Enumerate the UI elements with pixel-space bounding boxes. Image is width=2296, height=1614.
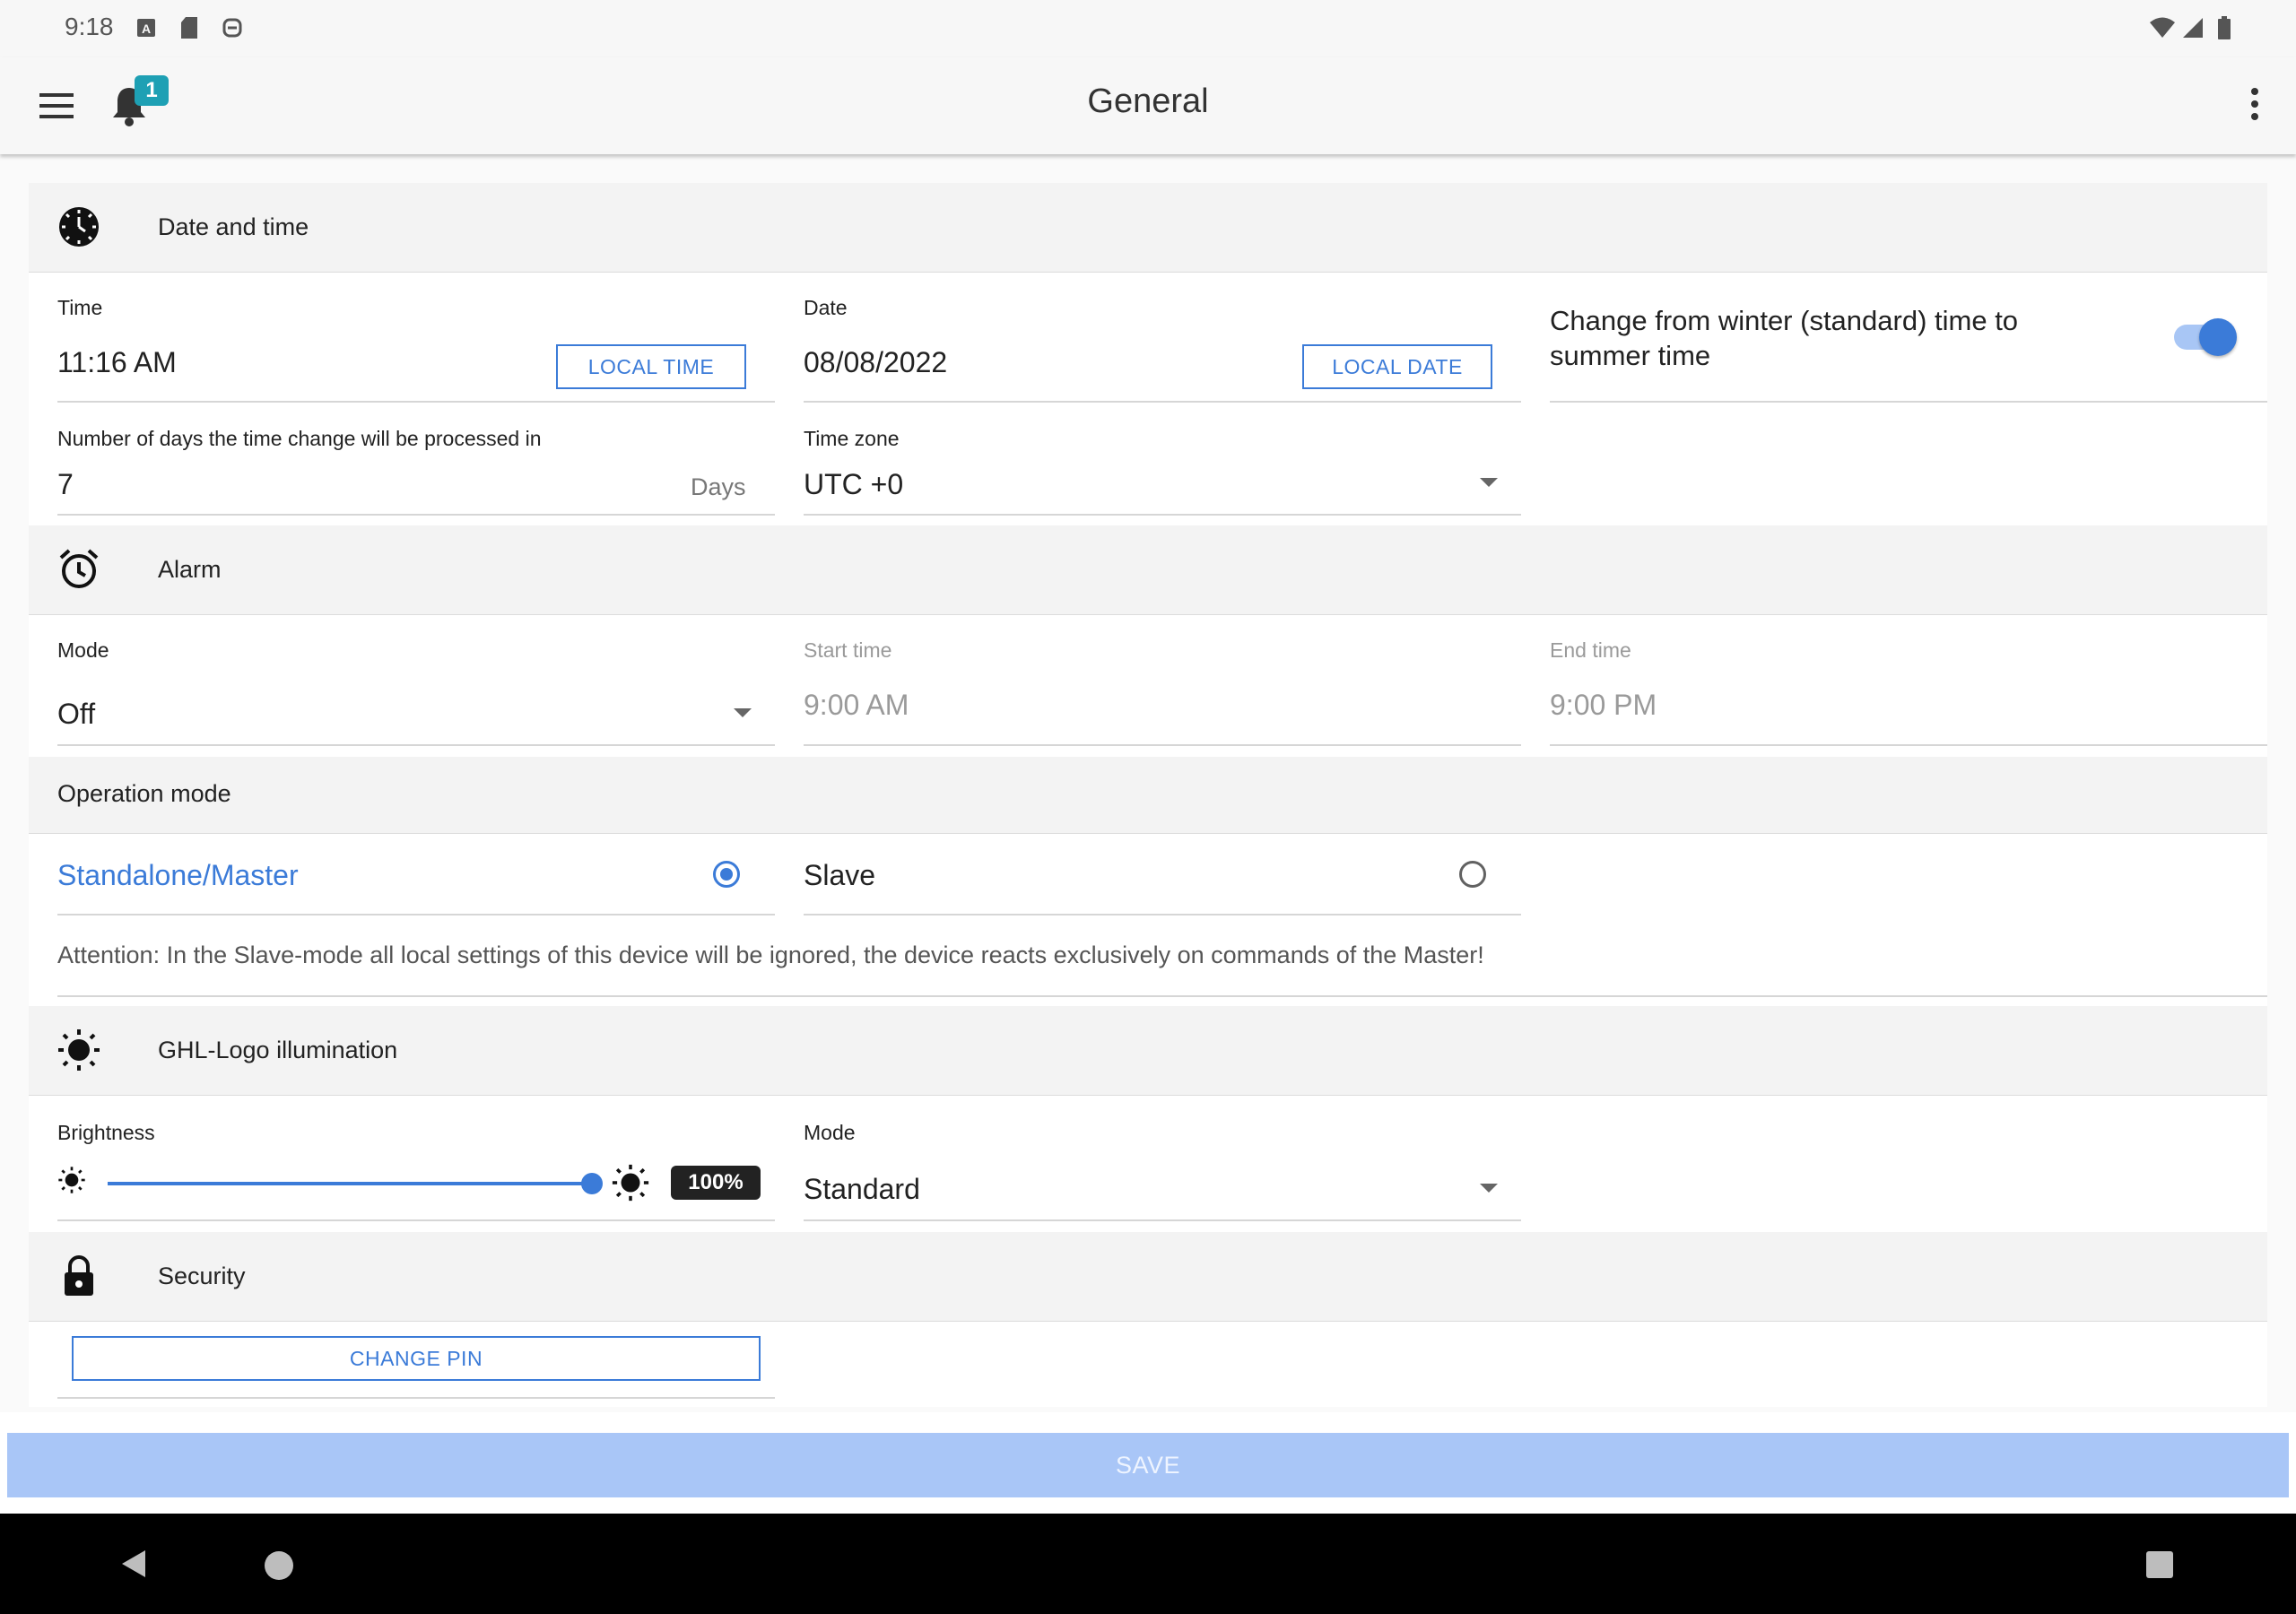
local-time-button[interactable]: LOCAL TIME bbox=[556, 344, 746, 389]
brightness-underline bbox=[57, 1219, 775, 1221]
wifi-icon bbox=[2149, 16, 2176, 39]
section-title-date-time: Date and time bbox=[158, 213, 309, 240]
alarm-clock-icon bbox=[57, 548, 100, 591]
change-pin-button[interactable]: CHANGE PIN bbox=[72, 1336, 761, 1381]
back-icon[interactable] bbox=[118, 1548, 149, 1580]
option-slave-label[interactable]: Slave bbox=[804, 859, 875, 892]
start-time-label: Start time bbox=[804, 638, 892, 662]
end-time-value: 9:00 PM bbox=[1550, 689, 1657, 721]
time-value[interactable]: 11:16 AM bbox=[57, 346, 177, 379]
status-bar bbox=[0, 0, 2296, 57]
alarm-mode-dropdown-arrow-icon[interactable] bbox=[734, 708, 752, 717]
end-time-label: End time bbox=[1550, 638, 1631, 662]
timezone-select[interactable]: UTC +0 bbox=[804, 468, 903, 501]
time-field-underline bbox=[57, 401, 775, 403]
start-time-value: 9:00 AM bbox=[804, 689, 909, 721]
start-time-underline bbox=[804, 744, 1521, 746]
cloud-sync-icon bbox=[222, 16, 242, 39]
section-title-security: Security bbox=[158, 1263, 246, 1289]
timezone-dropdown-arrow-icon[interactable] bbox=[1480, 478, 1498, 487]
section-title-operation-mode: Operation mode bbox=[57, 780, 231, 807]
logo-mode-underline bbox=[804, 1219, 1521, 1221]
time-label: Time bbox=[57, 296, 103, 319]
alarm-mode-underline bbox=[57, 744, 775, 746]
alarm-mode-select[interactable]: Off bbox=[57, 698, 95, 731]
section-date-time bbox=[29, 183, 2267, 273]
timezone-field-underline bbox=[804, 514, 1521, 516]
date-label: Date bbox=[804, 296, 848, 319]
days-field-underline bbox=[57, 514, 775, 516]
slave-underline bbox=[804, 914, 1521, 915]
logo-mode-select[interactable]: Standard bbox=[804, 1173, 920, 1206]
end-time-underline bbox=[1550, 744, 2267, 746]
sun-icon bbox=[57, 1028, 100, 1072]
lock-icon bbox=[57, 1254, 100, 1297]
status-time: 9:18 bbox=[65, 13, 114, 40]
brightness-low-icon bbox=[57, 1166, 86, 1194]
section-title-alarm: Alarm bbox=[158, 556, 222, 583]
attention-text: Attention: In the Slave-mode all local s… bbox=[57, 941, 1484, 968]
radio-master[interactable] bbox=[713, 861, 740, 888]
brightness-slider-thumb[interactable] bbox=[581, 1173, 603, 1194]
brightness-value-badge: 100% bbox=[671, 1166, 761, 1200]
master-underline bbox=[57, 914, 775, 915]
save-button[interactable]: SAVE bbox=[7, 1433, 2289, 1497]
notification-badge: 1 bbox=[135, 75, 169, 106]
section-security bbox=[29, 1232, 2267, 1322]
option-master-label[interactable]: Standalone/Master bbox=[57, 859, 299, 892]
local-date-button[interactable]: LOCAL DATE bbox=[1302, 344, 1492, 389]
more-options-icon[interactable] bbox=[2244, 86, 2266, 122]
brightness-high-icon bbox=[612, 1164, 649, 1202]
svg-text:A: A bbox=[142, 22, 151, 36]
days-label: Number of days the time change will be p… bbox=[57, 427, 542, 450]
cell-signal-icon bbox=[2181, 16, 2205, 39]
days-input[interactable]: 7 bbox=[57, 468, 74, 501]
radio-slave[interactable] bbox=[1459, 861, 1486, 888]
a-icon: A bbox=[136, 16, 156, 39]
date-field-underline bbox=[804, 401, 1521, 403]
dst-toggle-thumb[interactable] bbox=[2199, 318, 2237, 356]
brightness-label: Brightness bbox=[57, 1121, 155, 1144]
dst-underline bbox=[1550, 401, 2267, 403]
timezone-label: Time zone bbox=[804, 427, 900, 450]
attention-divider bbox=[57, 995, 2267, 997]
alarm-mode-label: Mode bbox=[57, 638, 109, 662]
recents-icon[interactable] bbox=[2146, 1551, 2173, 1578]
logo-mode-label: Mode bbox=[804, 1121, 856, 1144]
brightness-slider-fill bbox=[108, 1182, 592, 1185]
section-title-logo-illumination: GHL-Logo illumination bbox=[158, 1037, 398, 1063]
section-alarm bbox=[29, 525, 2267, 615]
home-icon[interactable] bbox=[265, 1551, 293, 1580]
clock-icon bbox=[57, 205, 100, 248]
battery-icon bbox=[2217, 16, 2231, 39]
days-unit: Days bbox=[691, 473, 746, 500]
change-pin-underline bbox=[57, 1397, 775, 1399]
logo-mode-dropdown-arrow-icon[interactable] bbox=[1480, 1184, 1498, 1193]
date-value[interactable]: 08/08/2022 bbox=[804, 346, 947, 379]
page-title: General bbox=[1087, 82, 1209, 120]
brightness-slider-track[interactable] bbox=[108, 1182, 592, 1185]
dst-label: Change from winter (standard) time to su… bbox=[1550, 305, 2019, 371]
section-operation-mode bbox=[29, 757, 2267, 834]
sd-card-icon bbox=[179, 16, 199, 39]
system-nav-bar bbox=[0, 1514, 2296, 1614]
